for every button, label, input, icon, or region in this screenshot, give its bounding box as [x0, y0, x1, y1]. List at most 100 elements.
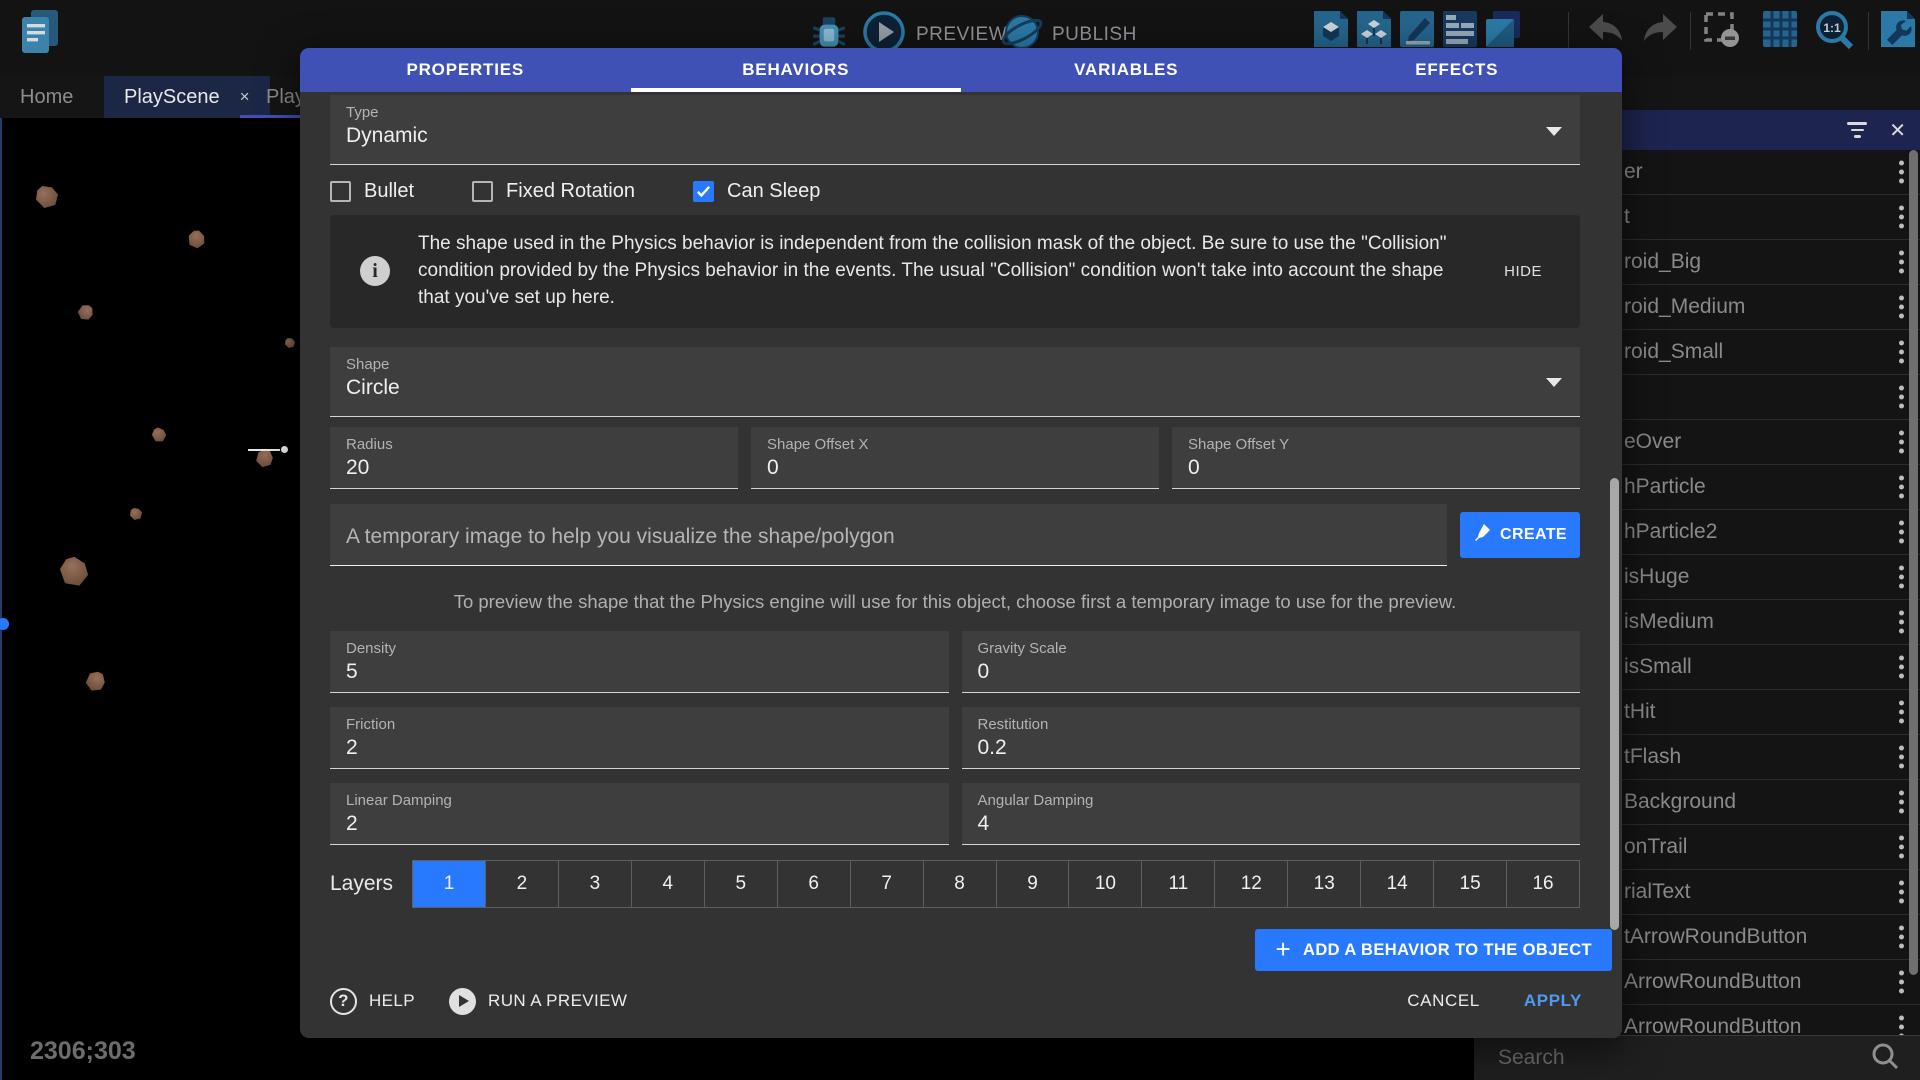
asteroid-sprite[interactable] [185, 228, 209, 252]
preview-button[interactable]: PREVIEW [916, 24, 1007, 46]
item-menu-icon[interactable] [1899, 746, 1904, 769]
physics-params: Density5Gravity Scale0Friction2Restituti… [330, 631, 1580, 845]
field-restitution[interactable]: Restitution0.2 [962, 707, 1581, 769]
asteroid-sprite[interactable] [83, 669, 107, 693]
layer-option-3[interactable]: 3 [559, 861, 632, 907]
layer-option-15[interactable]: 15 [1434, 861, 1507, 907]
checkbox-fixed-rotation[interactable]: Fixed Rotation [472, 180, 635, 203]
field-linear-damping[interactable]: Linear Damping2 [330, 783, 949, 845]
field-gravity-scale[interactable]: Gravity Scale0 [962, 631, 1581, 693]
layer-option-9[interactable]: 9 [997, 861, 1070, 907]
search-input[interactable]: Search [1498, 1046, 1870, 1070]
layer-option-12[interactable]: 12 [1215, 861, 1288, 907]
field-shape-offset-x[interactable]: Shape Offset X0 [751, 427, 1159, 489]
panel-scrollbar[interactable] [1909, 150, 1918, 975]
asteroid-sprite[interactable] [130, 508, 142, 520]
item-menu-icon[interactable] [1899, 206, 1904, 229]
checkbox-can-sleep[interactable]: Can Sleep [693, 180, 820, 203]
layer-option-16[interactable]: 16 [1507, 861, 1579, 907]
deselect-icon[interactable] [1700, 8, 1742, 55]
object-name: ArrowRoundButton [1624, 970, 1801, 994]
checkbox-box-icon[interactable] [472, 181, 493, 202]
item-menu-icon[interactable] [1899, 251, 1904, 274]
item-menu-icon[interactable] [1899, 476, 1904, 499]
item-menu-icon[interactable] [1899, 701, 1904, 724]
layer-option-5[interactable]: 5 [705, 861, 778, 907]
layer-option-6[interactable]: 6 [778, 861, 851, 907]
item-menu-icon[interactable] [1899, 656, 1904, 679]
item-menu-icon[interactable] [1899, 296, 1904, 319]
search-bar[interactable]: Search [1474, 1035, 1920, 1080]
field-angular-damping[interactable]: Angular Damping4 [962, 783, 1581, 845]
layer-option-10[interactable]: 10 [1069, 861, 1142, 907]
grid-icon[interactable] [1760, 8, 1800, 55]
item-menu-icon[interactable] [1899, 881, 1904, 904]
field-label: Shape Offset Y [1188, 436, 1564, 453]
field-friction[interactable]: Friction2 [330, 707, 949, 769]
layer-option-11[interactable]: 11 [1142, 861, 1215, 907]
layer-option-4[interactable]: 4 [632, 861, 705, 907]
layer-option-8[interactable]: 8 [924, 861, 997, 907]
checkbox-box-icon[interactable] [693, 181, 714, 202]
field-radius[interactable]: Radius20 [330, 427, 738, 489]
tab-variables[interactable]: VARIABLES [961, 48, 1292, 92]
info-box: i The shape used in the Physics behavior… [330, 215, 1580, 328]
object-point-marker[interactable] [0, 618, 9, 630]
close-panel-icon[interactable]: ✕ [1889, 118, 1906, 143]
item-menu-icon[interactable] [1899, 836, 1904, 859]
item-menu-icon[interactable] [1899, 431, 1904, 454]
type-select[interactable]: Type Dynamic [330, 95, 1580, 165]
filter-icon[interactable] [1847, 122, 1867, 138]
asteroid-sprite[interactable] [55, 553, 92, 590]
tab-effects[interactable]: EFFECTS [1292, 48, 1623, 92]
item-menu-icon[interactable] [1899, 1016, 1904, 1037]
tools-icon[interactable] [1878, 8, 1918, 55]
field-label: Friction [346, 716, 933, 733]
asteroid-sprite[interactable] [285, 338, 295, 348]
layer-option-7[interactable]: 7 [851, 861, 924, 907]
hide-button[interactable]: HIDE [1496, 257, 1550, 286]
item-menu-icon[interactable] [1899, 926, 1904, 949]
apply-button[interactable]: APPLY [1524, 991, 1582, 1011]
help-button[interactable]: ? HELP [330, 988, 415, 1015]
zoom-1-1-icon[interactable]: 1:1 [1812, 8, 1856, 57]
redo-icon[interactable] [1638, 8, 1684, 55]
publish-button[interactable]: PUBLISH [1052, 24, 1137, 46]
info-text: The shape used in the Physics behavior i… [418, 231, 1473, 312]
temp-image-field[interactable]: A temporary image to help you visualize … [330, 504, 1447, 566]
asteroid-sprite[interactable] [36, 186, 58, 208]
checkbox-bullet[interactable]: Bullet [330, 180, 414, 203]
item-menu-icon[interactable] [1899, 521, 1904, 544]
layer-option-14[interactable]: 14 [1361, 861, 1434, 907]
field-density[interactable]: Density5 [330, 631, 949, 693]
item-menu-icon[interactable] [1899, 611, 1904, 634]
item-menu-icon[interactable] [1899, 341, 1904, 364]
item-menu-icon[interactable] [1899, 161, 1904, 184]
tab-behaviors[interactable]: BEHAVIORS [631, 48, 962, 92]
cancel-button[interactable]: CANCEL [1407, 991, 1480, 1011]
checkbox-box-icon[interactable] [330, 181, 351, 202]
layer-option-13[interactable]: 13 [1288, 861, 1361, 907]
dialog-scrollbar[interactable] [1610, 478, 1619, 930]
item-menu-icon[interactable] [1899, 971, 1904, 994]
run-preview-button[interactable]: RUN A PREVIEW [449, 988, 627, 1015]
item-menu-icon[interactable] [1899, 386, 1904, 409]
asteroid-sprite[interactable] [77, 304, 94, 321]
object-name: eOver [1624, 430, 1681, 454]
item-menu-icon[interactable] [1899, 566, 1904, 589]
create-button[interactable]: CREATE [1460, 512, 1580, 558]
field-shape-offset-y[interactable]: Shape Offset Y0 [1172, 427, 1580, 489]
asteroid-sprite[interactable] [150, 426, 167, 443]
add-behavior-button[interactable]: + ADD A BEHAVIOR TO THE OBJECT [1255, 929, 1612, 971]
tab-home[interactable]: Home [0, 76, 93, 118]
object-name: roid_Medium [1624, 295, 1745, 319]
project-manager-icon[interactable] [14, 6, 64, 63]
tab-playscene[interactable]: PlayScene × [104, 76, 270, 118]
layer-option-1[interactable]: 1 [413, 861, 486, 907]
layers-row: Layers 12345678910111213141516 [330, 860, 1580, 908]
shape-select[interactable]: Shape Circle [330, 347, 1580, 417]
item-menu-icon[interactable] [1899, 791, 1904, 814]
layer-option-2[interactable]: 2 [486, 861, 559, 907]
selection-handle[interactable] [281, 446, 288, 453]
tab-properties[interactable]: PROPERTIES [300, 48, 631, 92]
